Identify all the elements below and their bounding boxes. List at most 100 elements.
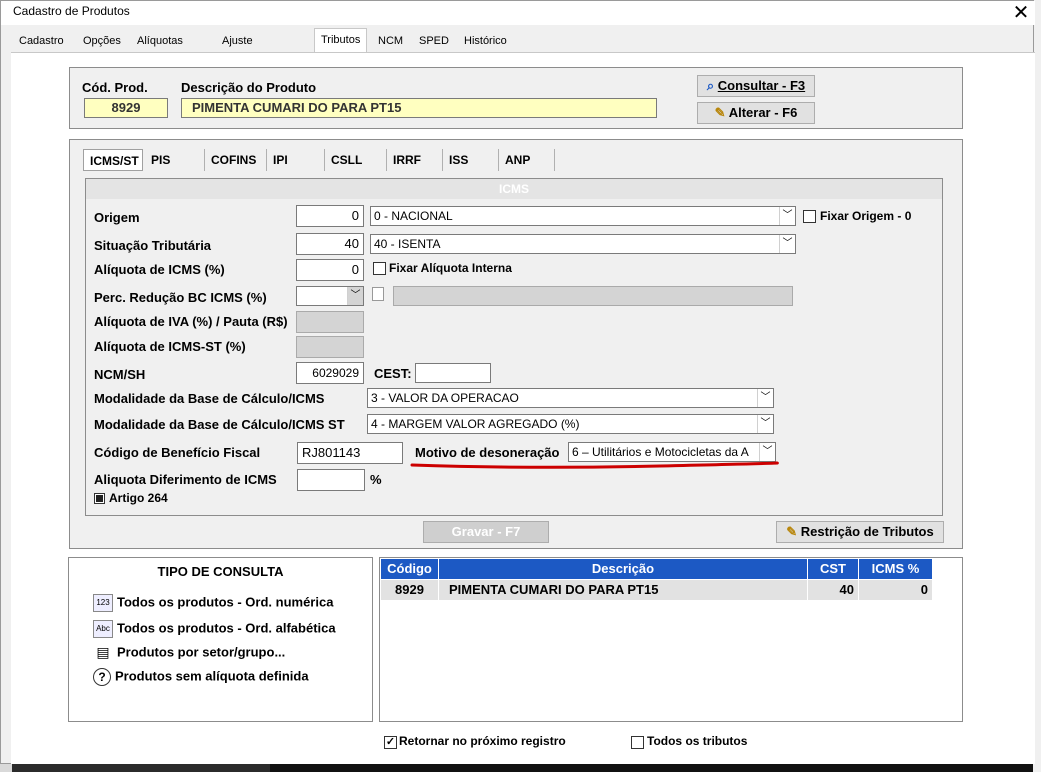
tab-ncm[interactable]: NCM: [372, 30, 409, 52]
tab-cadastro[interactable]: Cadastro: [13, 30, 70, 52]
origem-select[interactable]: 0 - NACIONAL ﹀: [370, 206, 796, 226]
alterar-button[interactable]: ✎ Alterar - F6: [697, 102, 815, 124]
situacao-code-field[interactable]: 40: [296, 233, 364, 255]
cell-descricao: PIMENTA CUMARI DO PARA PT15: [439, 580, 807, 600]
tab-aliquotas-ecf[interactable]: Alíquotas ECF: [131, 30, 189, 69]
aliq-st-label: Alíquota de ICMS-ST (%): [94, 339, 246, 354]
numeric-sort-icon: 123: [93, 594, 113, 612]
column-header-cst[interactable]: CST: [808, 559, 858, 579]
chevron-down-icon: ﹀: [757, 415, 773, 433]
highlight-underline: [410, 461, 779, 469]
chevron-down-icon: ﹀: [347, 287, 363, 305]
todos-tributos-checkbox[interactable]: [631, 736, 644, 749]
tab-csll[interactable]: CSLL: [325, 149, 387, 171]
ncm-field[interactable]: 6029029: [296, 362, 364, 384]
consulta-sem-aliquota[interactable]: ? Produtos sem alíquota definida: [93, 668, 309, 686]
column-header-codigo[interactable]: Código: [381, 559, 438, 579]
tributos-panel: Cód. Prod. 8929 Descrição do Produto PIM…: [11, 52, 1035, 764]
chevron-down-icon: ﹀: [779, 235, 795, 253]
consultar-button[interactable]: ⌕ Consultar - F3: [697, 75, 815, 97]
tax-group: ICMS/ST PIS COFINS IPI CSLL IRRF ISS ANP…: [69, 139, 963, 549]
restricao-tributos-button[interactable]: ✎ Restrição de Tributos: [776, 521, 944, 543]
motivo-select-value: 6 – Utilitários e Motocicletas da A: [572, 445, 749, 459]
question-icon: ?: [93, 668, 111, 686]
code-label: Cód. Prod.: [82, 80, 148, 95]
situacao-select[interactable]: 40 - ISENTA ﹀: [370, 234, 796, 254]
cest-field[interactable]: [415, 363, 491, 383]
todos-tributos-label: Todos os tributos: [647, 734, 748, 748]
product-group: Cód. Prod. 8929 Descrição do Produto PIM…: [69, 67, 963, 129]
tab-sped[interactable]: SPED: [413, 30, 455, 52]
retornar-label: Retornar no próximo registro: [399, 734, 566, 748]
tab-iss[interactable]: ISS: [443, 149, 499, 171]
consulta-setor-grupo[interactable]: ▤ Produtos por setor/grupo...: [93, 644, 285, 662]
consulta-title: TIPO DE CONSULTA: [157, 564, 284, 579]
alpha-sort-icon: Abc: [93, 620, 113, 638]
consulta-group: TIPO DE CONSULTA 123 Todos os produtos - …: [68, 557, 373, 722]
chevron-down-icon: ﹀: [757, 389, 773, 407]
fixar-aliquota-label: Fixar Alíquota Interna: [389, 261, 512, 275]
consulta-ord-numerica[interactable]: 123 Todos os produtos - Ord. numérica: [93, 594, 333, 612]
close-icon[interactable]: ✕: [1010, 0, 1032, 24]
group-icon: ▤: [96, 644, 110, 660]
situacao-select-value: 40 - ISENTA: [374, 237, 441, 251]
mod-bc-st-select[interactable]: 4 - MARGEM VALOR AGREGADO (%) ﹀: [367, 414, 774, 434]
window-title: Cadastro de Produtos: [13, 4, 130, 18]
tab-opcoes[interactable]: Opções: [77, 30, 127, 52]
chevron-down-icon: ﹀: [779, 207, 795, 225]
column-header-icms[interactable]: ICMS %: [859, 559, 932, 579]
tab-tributos[interactable]: Tributos: [314, 28, 368, 52]
aliq-iva-field: [296, 311, 364, 333]
origem-select-value: 0 - NACIONAL: [374, 209, 453, 223]
cell-cst: 40: [808, 580, 858, 600]
cell-codigo: 8929: [381, 580, 438, 600]
aliquota-icms-label: Alíquota de ICMS (%): [94, 262, 225, 277]
results-table: Código Descrição CST ICMS % 8929 PIMENTA…: [379, 557, 963, 722]
origem-code-field[interactable]: 0: [296, 205, 364, 227]
description-label: Descrição do Produto: [181, 80, 317, 95]
product-register-window: Cadastro de Produtos ✕ Cadastro Opções A…: [0, 0, 1035, 764]
motivo-label: Motivo de desoneração: [415, 445, 560, 460]
situacao-label: Situação Tributária: [94, 238, 212, 253]
document-icon: [372, 287, 384, 301]
perc-reducao-desc-field: [393, 286, 793, 306]
cell-icms: 0: [859, 580, 932, 600]
tab-anp[interactable]: ANP: [499, 149, 555, 171]
mod-bc-select-value: 3 - VALOR DA OPERACAO: [371, 391, 519, 405]
artigo-264-checkbox[interactable]: [94, 493, 105, 504]
tab-icms-st[interactable]: ICMS/ST: [83, 149, 143, 171]
gravar-button[interactable]: Gravar - F7: [423, 521, 549, 543]
description-field[interactable]: PIMENTA CUMARI DO PARA PT15: [181, 98, 657, 118]
tab-historico[interactable]: Histórico: [458, 30, 513, 52]
percent-sign: %: [370, 472, 382, 487]
code-field[interactable]: 8929: [84, 98, 168, 118]
tax-tabs: ICMS/ST PIS COFINS IPI CSLL IRRF ISS ANP: [83, 149, 573, 171]
fixar-origem-label: Fixar Origem - 0: [820, 209, 912, 223]
tab-irrf[interactable]: IRRF: [387, 149, 443, 171]
pencil-icon: ✎: [714, 105, 726, 120]
pencil-icon: ✎: [786, 524, 798, 539]
mod-bc-select[interactable]: 3 - VALOR DA OPERACAO ﹀: [367, 388, 774, 408]
diferimento-field[interactable]: [297, 469, 365, 491]
consulta-ord-alfabetica[interactable]: Abc Todos os produtos - Ord. alfabética: [93, 620, 336, 638]
aliq-st-field: [296, 336, 364, 358]
mod-bc-st-label: Modalidade da Base de Cálculo/ICMS ST: [94, 417, 345, 432]
diferimento-label: Aliquota Diferimento de ICMS: [94, 472, 277, 487]
tab-pis[interactable]: PIS: [145, 149, 205, 171]
column-header-descricao[interactable]: Descrição: [439, 559, 807, 579]
origem-label: Origem: [94, 210, 140, 225]
retornar-checkbox[interactable]: ✓: [384, 736, 397, 749]
tab-ajuste-precos[interactable]: Ajuste de Preços: [216, 30, 262, 91]
beneficio-label: Código de Benefício Fiscal: [94, 445, 261, 460]
tab-ipi[interactable]: IPI: [267, 149, 325, 171]
fixar-origem-checkbox[interactable]: [803, 210, 816, 223]
title-bar: Cadastro de Produtos ✕: [1, 1, 1035, 25]
beneficio-field[interactable]: RJ801143: [297, 442, 403, 464]
icms-panel: ICMS Origem 0 0 - NACIONAL ﹀ Fixar Orige…: [85, 178, 943, 516]
perc-reducao-select[interactable]: ﹀: [296, 286, 364, 306]
search-icon: ⌕: [706, 78, 715, 93]
fixar-aliquota-checkbox[interactable]: [373, 262, 386, 275]
aliq-iva-label: Alíquota de IVA (%) / Pauta (R$): [94, 314, 288, 329]
aliquota-icms-field[interactable]: 0: [296, 259, 364, 281]
tab-cofins[interactable]: COFINS: [205, 149, 267, 171]
